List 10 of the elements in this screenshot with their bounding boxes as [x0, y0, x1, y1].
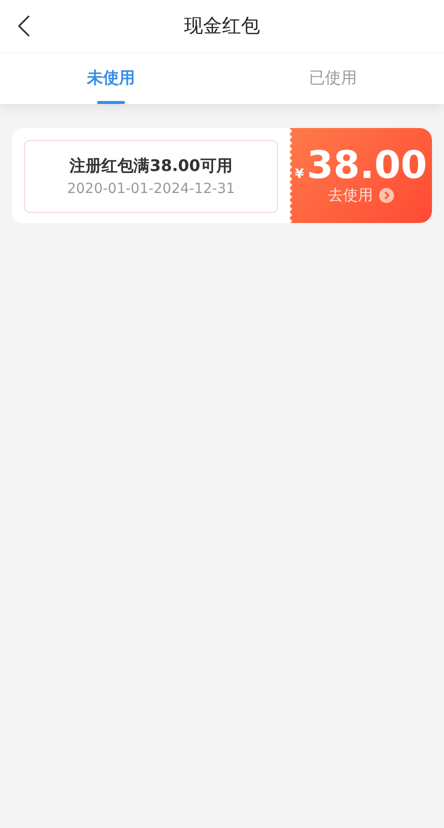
currency-symbol: ¥	[294, 167, 304, 182]
chevron-icon	[379, 188, 394, 203]
tab[interactable]: 未使用	[0, 53, 222, 104]
use-link[interactable]: 去使用	[328, 186, 394, 205]
coupon-amount: 38.00	[306, 146, 428, 186]
coupon-validity: 2020-01-01-2024-12-31	[67, 181, 235, 197]
back-icon[interactable]	[17, 15, 31, 37]
page-title: 现金红包	[184, 14, 260, 39]
tab[interactable]: 已使用	[222, 53, 444, 104]
coupon-condition: 注册红包满38.00可用	[70, 156, 232, 177]
